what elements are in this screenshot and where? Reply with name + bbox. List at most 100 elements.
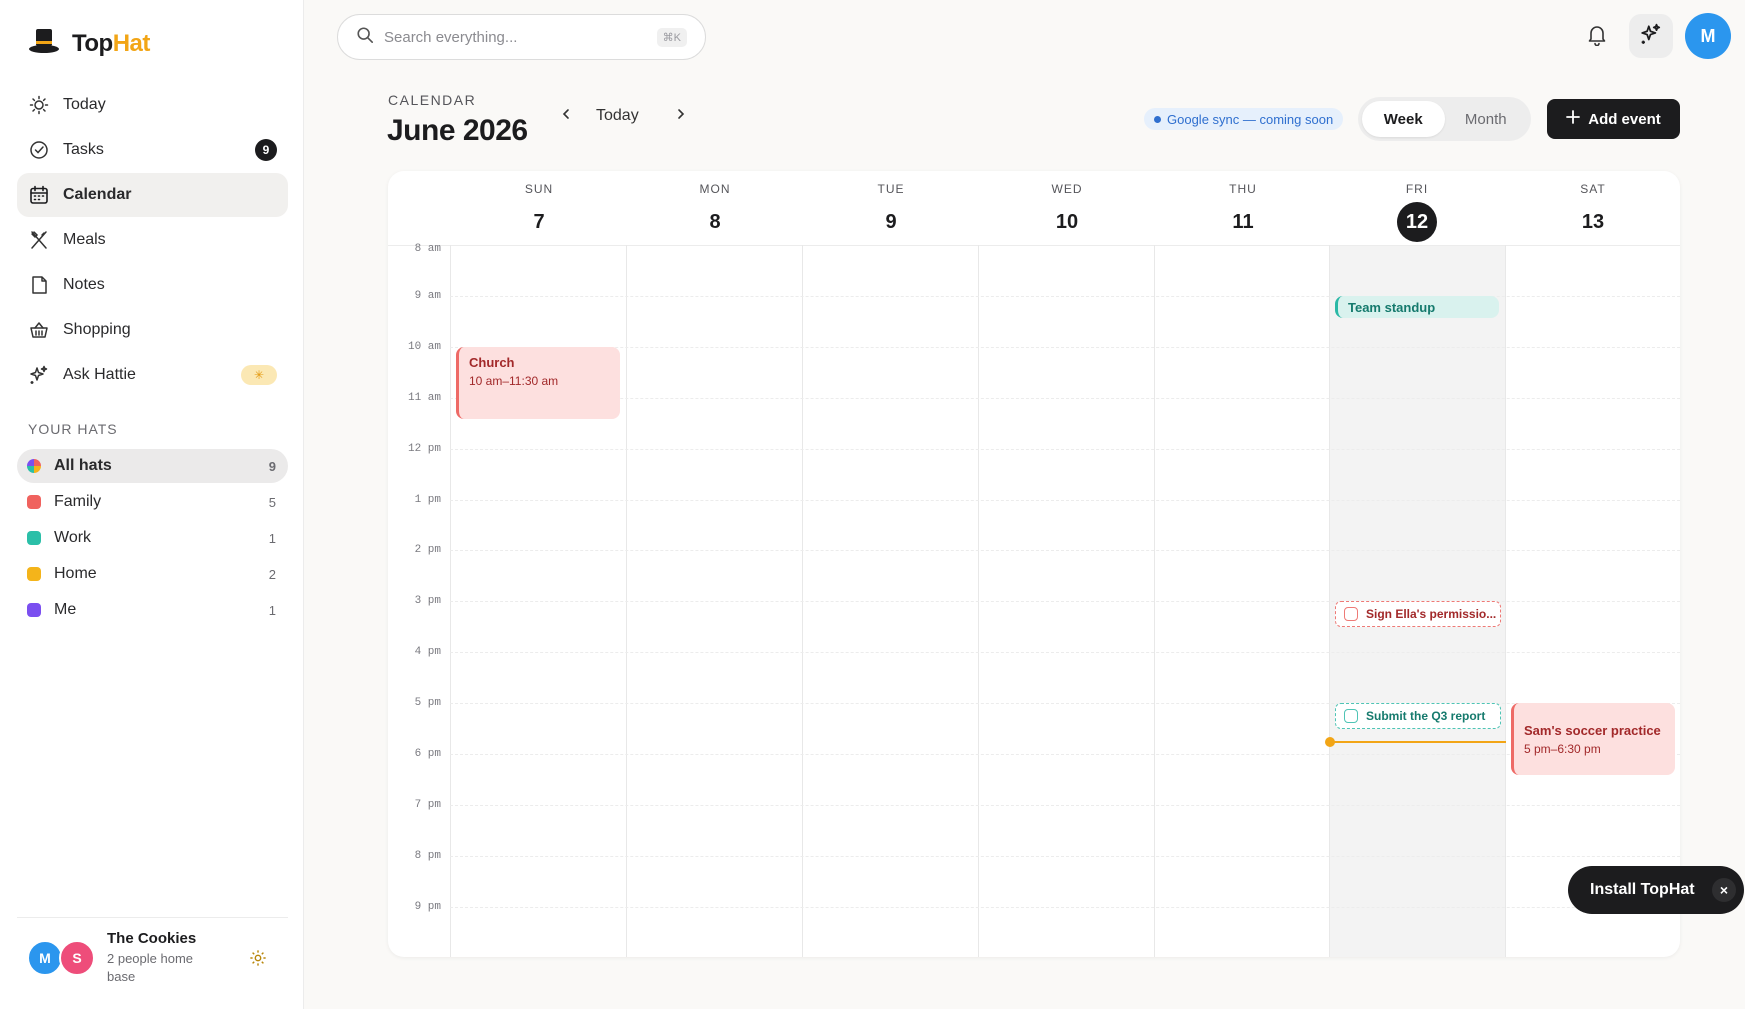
day-header-sat[interactable]: SAT 13 bbox=[1505, 171, 1680, 245]
hat-count: 1 bbox=[268, 602, 276, 618]
day-number: 8 bbox=[709, 211, 721, 233]
event-title: Team standup bbox=[1348, 300, 1436, 315]
notifications-button[interactable] bbox=[1582, 22, 1612, 52]
hat-item-family[interactable]: Family 5 bbox=[17, 485, 288, 519]
tasks-count-badge: 9 bbox=[255, 139, 277, 161]
hat-count: 1 bbox=[268, 530, 276, 546]
event-team-standup[interactable]: Team standup bbox=[1335, 296, 1499, 318]
nav-item-shopping[interactable]: Shopping bbox=[17, 308, 288, 352]
day-header-wed[interactable]: WED 10 bbox=[979, 171, 1155, 245]
nav-label: Shopping bbox=[63, 321, 131, 338]
hat-label: Family bbox=[54, 493, 102, 510]
view-toggle: Week Month bbox=[1358, 97, 1531, 141]
prev-week-button[interactable] bbox=[556, 106, 576, 126]
basket-icon bbox=[28, 319, 50, 341]
day-header-mon[interactable]: MON 8 bbox=[627, 171, 803, 245]
day-number: 7 bbox=[533, 211, 545, 233]
page-kicker: CALENDAR bbox=[388, 92, 477, 108]
hat-color-dot bbox=[27, 567, 41, 581]
google-sync-badge: Google sync — coming soon bbox=[1144, 108, 1344, 130]
nav-item-calendar[interactable]: Calendar bbox=[17, 173, 288, 217]
calendar-icon bbox=[28, 184, 50, 206]
day-header-sun[interactable]: SUN 7 bbox=[451, 171, 627, 245]
event-time: 10 am–11:30 am bbox=[469, 374, 559, 388]
day-number: 10 bbox=[1055, 211, 1079, 233]
task-sign-permission[interactable]: Sign Ella's permissio... bbox=[1335, 601, 1501, 627]
household-subtitle: 2 people home base bbox=[107, 951, 194, 984]
install-app-button[interactable]: Install TopHat × bbox=[1568, 866, 1744, 914]
nav-item-notes[interactable]: Notes bbox=[17, 263, 288, 307]
search-input[interactable] bbox=[384, 28, 657, 46]
day-of-week: FRI bbox=[1405, 182, 1429, 196]
day-of-week: SAT bbox=[1580, 182, 1606, 196]
close-icon[interactable]: × bbox=[1712, 878, 1736, 902]
nav-item-meals[interactable]: Meals bbox=[17, 218, 288, 262]
main-nav: Today Tasks 9 Calendar Meals Notes Shopp… bbox=[17, 83, 288, 398]
hat-item-me[interactable]: Me 1 bbox=[17, 593, 288, 627]
hour-gridline bbox=[450, 652, 1680, 654]
sidebar: TopHat Today Tasks 9 Calendar Meals Note… bbox=[0, 0, 304, 1009]
header-divider bbox=[388, 245, 1680, 246]
nav-item-today[interactable]: Today bbox=[17, 83, 288, 127]
day-header-tue[interactable]: TUE 9 bbox=[803, 171, 979, 245]
google-sync-label: Google sync — coming soon bbox=[1167, 111, 1334, 127]
nav-item-ask-hattie[interactable]: Ask Hattie ✳ bbox=[17, 353, 288, 397]
sparkle-icon: ✳ bbox=[253, 368, 265, 382]
hat-count: 2 bbox=[268, 566, 276, 582]
hour-label: 1 pm bbox=[414, 493, 441, 506]
task-title: Sign Ella's permissio... bbox=[1366, 607, 1497, 621]
event-soccer-practice[interactable]: Sam's soccer practice 5 pm–6:30 pm bbox=[1511, 703, 1675, 775]
plus-icon bbox=[1566, 110, 1581, 128]
hat-item-all[interactable]: All hats 9 bbox=[17, 449, 288, 483]
hat-color-dot bbox=[27, 603, 41, 617]
household-name: The Cookies bbox=[107, 930, 197, 947]
nav-label: Tasks bbox=[63, 141, 104, 158]
day-number: 11 bbox=[1232, 211, 1254, 233]
gear-icon[interactable] bbox=[246, 946, 270, 970]
hour-label: 2 pm bbox=[414, 544, 441, 557]
task-checkbox[interactable] bbox=[1344, 709, 1358, 723]
ai-sparkle-badge: ✳ bbox=[241, 365, 277, 385]
add-event-button[interactable]: Add event bbox=[1547, 99, 1680, 139]
bell-icon bbox=[1586, 24, 1608, 51]
next-week-button[interactable] bbox=[671, 106, 691, 126]
hour-label: 8 pm bbox=[414, 849, 441, 862]
hats-list: All hats 9 Family 5 Work 1 Home 2 Me 1 bbox=[17, 449, 288, 629]
day-of-week: WED bbox=[1051, 182, 1083, 196]
hour-gridline bbox=[450, 448, 1680, 450]
task-checkbox[interactable] bbox=[1344, 607, 1358, 621]
user-avatar[interactable]: M bbox=[1685, 13, 1731, 59]
event-church[interactable]: Church 10 am–11:30 am bbox=[456, 347, 620, 419]
hat-item-work[interactable]: Work 1 bbox=[17, 521, 288, 555]
household-card[interactable]: M S The Cookies 2 people home base bbox=[17, 930, 288, 986]
day-of-week: THU bbox=[1229, 182, 1257, 196]
day-number: 13 bbox=[1581, 211, 1605, 233]
ask-hattie-button[interactable] bbox=[1629, 14, 1673, 58]
month-view-button[interactable]: Month bbox=[1445, 101, 1528, 137]
chevron-right-icon bbox=[675, 107, 687, 125]
hat-item-home[interactable]: Home 2 bbox=[17, 557, 288, 591]
hat-label: Home bbox=[54, 565, 97, 582]
hour-label: 11 am bbox=[407, 391, 441, 404]
nav-label: Ask Hattie bbox=[63, 366, 136, 383]
hour-gridline bbox=[450, 855, 1680, 857]
today-button[interactable]: Today bbox=[596, 107, 639, 125]
household-footer: M S The Cookies 2 people home base bbox=[17, 917, 288, 986]
hour-label: 9 pm bbox=[414, 900, 441, 913]
household-info: The Cookies 2 people home base bbox=[107, 930, 246, 986]
day-header-fri[interactable]: FRI 12 bbox=[1329, 171, 1505, 245]
current-time-line bbox=[1330, 741, 1506, 743]
app-logo[interactable]: TopHat bbox=[28, 28, 150, 59]
chevron-left-icon bbox=[560, 107, 572, 125]
search-bar[interactable]: ⌘K bbox=[337, 14, 706, 60]
member-avatars: M S bbox=[27, 938, 99, 978]
nav-item-tasks[interactable]: Tasks 9 bbox=[17, 128, 288, 172]
add-event-label: Add event bbox=[1588, 110, 1661, 128]
event-title: Church bbox=[469, 355, 515, 370]
current-time-dot bbox=[1325, 737, 1335, 747]
day-header-thu[interactable]: THU 11 bbox=[1155, 171, 1331, 245]
hour-label: 3 pm bbox=[414, 595, 441, 608]
week-view-button[interactable]: Week bbox=[1362, 101, 1445, 137]
hour-label: 6 pm bbox=[414, 748, 441, 760]
task-submit-q3-report[interactable]: Submit the Q3 report bbox=[1335, 703, 1501, 729]
